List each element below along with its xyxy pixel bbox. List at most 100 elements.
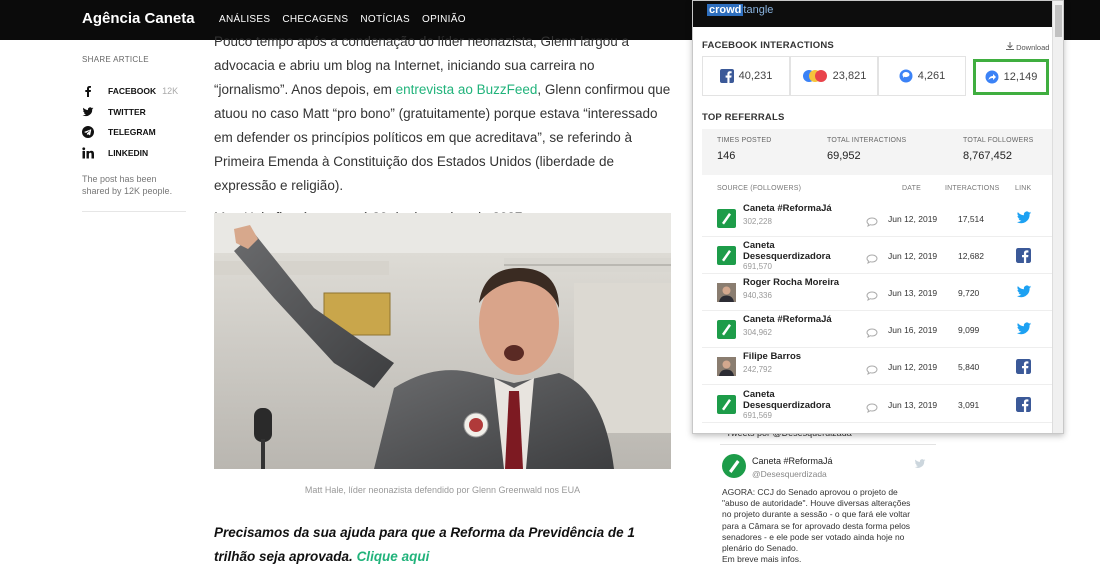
call-to-action: Precisamos da sua ajuda para que a Refor… [214, 521, 672, 569]
referral-date: Jun 16, 2019 [888, 325, 938, 335]
share-sidebar: SHARE ARTICLE FACEBOOK 12K TWITTER TELEG… [82, 55, 186, 212]
facebook-likes-value: 40,231 [738, 70, 773, 82]
scrollbar-thumb[interactable] [1055, 5, 1062, 37]
referral-source-name[interactable]: Filipe Barros [743, 351, 863, 363]
referral-row[interactable]: Caneta Desesquerdizadora 691,569 Jun 13, 2… [702, 387, 1052, 423]
photo-caption: Matt Hale, líder neonazista defendido po… [304, 485, 581, 495]
share-count-note: The post has been shared by 12K people. [82, 174, 173, 196]
tweet-author-handle[interactable]: @Desesquerdizada [752, 469, 827, 479]
caneta-logo-icon [717, 209, 736, 228]
comment-bubble-icon[interactable] [866, 362, 878, 380]
share-facebook-button[interactable]: FACEBOOK 12K [82, 81, 186, 102]
referral-date: Jun 12, 2019 [888, 251, 938, 261]
twitter-embed: Tweets por @Desesquerdizada Caneta #Refo… [706, 428, 936, 582]
total-followers-label: TOTAL FOLLOWERS [963, 137, 1034, 144]
caneta-logo-icon [717, 246, 736, 265]
referral-row[interactable]: Caneta #ReformaJá 302,228 Jun 12, 2019 17,5… [702, 201, 1052, 237]
comment-bubble-icon[interactable] [866, 251, 878, 269]
site-logo[interactable]: Agência Caneta [82, 10, 195, 27]
comments-value: 4,261 [917, 70, 946, 82]
referral-row[interactable]: Roger Rocha Moreira 940,336 Jun 13, 2019 9,… [702, 275, 1052, 311]
column-date: DATE [902, 185, 921, 192]
referral-date: Jun 12, 2019 [888, 214, 938, 224]
download-button[interactable]: Download [1006, 42, 1049, 52]
column-link: LINK [1015, 185, 1032, 192]
share-linkedin-label: LINKEDIN [108, 147, 149, 158]
reactions-icon [802, 70, 827, 82]
referral-row[interactable]: Caneta Desesquerdizadora 691,570 Jun 12, 2… [702, 238, 1052, 274]
tweet-author-name[interactable]: Caneta #ReformaJá [752, 456, 833, 466]
referral-link[interactable] [1016, 397, 1031, 417]
facebook-icon [85, 86, 91, 98]
referral-source-name[interactable]: Caneta #ReformaJá [743, 203, 863, 215]
times-posted-value: 146 [717, 150, 736, 162]
referral-source-name[interactable]: Caneta #ReformaJá [743, 314, 863, 326]
profile-avatar [717, 283, 736, 302]
referral-link[interactable] [1016, 322, 1032, 341]
referral-interactions: 17,514 [958, 214, 984, 224]
referral-link[interactable] [1016, 211, 1032, 230]
referral-source-name[interactable]: Roger Rocha Moreira [743, 277, 863, 289]
share-heading: SHARE ARTICLE [82, 55, 149, 64]
crowdtangle-logo: crowd tangle [707, 4, 774, 16]
referral-source-name[interactable]: Caneta Desesquerdizadora [743, 240, 863, 262]
nav-item-opiniao[interactable]: OPINIÃO [422, 14, 466, 25]
facebook-icon [1016, 359, 1031, 374]
share-twitter-button[interactable]: TWITTER [82, 102, 186, 123]
buzzfeed-interview-link[interactable]: entrevista ao BuzzFeed [396, 82, 538, 97]
comment-bubble-icon[interactable] [866, 400, 878, 418]
linkedin-icon [82, 147, 94, 159]
main-nav: ANÁLISES CHECAGENS NOTÍCIAS OPINIÃO [219, 14, 466, 25]
panel-scrollbar[interactable] [1052, 1, 1063, 433]
article-body: Pouco tempo após a condenação do líder n… [214, 30, 672, 230]
share-twitter-label: TWITTER [108, 106, 146, 117]
times-posted-label: TIMES POSTED [717, 137, 772, 144]
shares-value: 12,149 [1003, 71, 1038, 83]
nav-item-analises[interactable]: ANÁLISES [219, 14, 270, 25]
twitter-icon [1016, 285, 1032, 298]
twitter-icon [1016, 211, 1032, 224]
comment-bubble-icon[interactable] [866, 288, 878, 306]
total-interactions-value: 69,952 [827, 150, 861, 162]
facebook-icon [1016, 397, 1031, 412]
tweet-avatar[interactable] [722, 454, 746, 478]
share-telegram-button[interactable]: TELEGRAM [82, 122, 186, 143]
referral-link[interactable] [1016, 359, 1031, 379]
download-icon [1006, 42, 1014, 50]
referral-date: Jun 12, 2019 [888, 362, 938, 372]
comment-bubble-icon[interactable] [866, 325, 878, 343]
referral-interactions: 9,720 [958, 288, 980, 298]
referral-interactions: 3,091 [958, 400, 980, 410]
referral-row[interactable]: Caneta #ReformaJá 304,962 Jun 16, 2019 9,09… [702, 312, 1052, 348]
facebook-likes-stat: 40,231 [702, 56, 790, 96]
share-telegram-label: TELEGRAM [108, 127, 156, 138]
share-linkedin-button[interactable]: LINKEDIN [82, 143, 186, 164]
reactions-value: 23,821 [832, 70, 867, 82]
referral-followers: 304,962 [743, 328, 772, 337]
cta-link[interactable]: Clique aqui [357, 549, 430, 564]
referral-link[interactable] [1016, 285, 1032, 304]
referral-source-name[interactable]: Caneta Desesquerdizadora [743, 389, 863, 411]
download-label: Download [1016, 43, 1050, 52]
crowdtangle-header: crowd tangle [693, 1, 1063, 27]
facebook-icon [1016, 248, 1031, 263]
profile-avatar [717, 357, 736, 376]
referral-link[interactable] [1016, 248, 1031, 268]
top-referrals-title: TOP REFERRALS [702, 112, 785, 123]
comment-bubble-icon[interactable] [866, 214, 878, 232]
facebook-icon [719, 69, 734, 83]
share-divider [82, 211, 186, 212]
nav-item-noticias[interactable]: NOTÍCIAS [360, 14, 410, 25]
referral-row[interactable]: Filipe Barros 242,792 Jun 12, 2019 5,840 [702, 349, 1052, 385]
reactions-stat: 23,821 [790, 56, 878, 96]
nav-item-checagens[interactable]: CHECAGENS [282, 14, 348, 25]
referral-date: Jun 13, 2019 [888, 400, 938, 410]
twitter-bird-icon[interactable] [914, 456, 926, 474]
referral-followers: 302,228 [743, 217, 772, 226]
referrals-summary: TIMES POSTED 146 TOTAL INTERACTIONS 69,9… [702, 129, 1052, 175]
share-facebook-label: FACEBOOK [108, 86, 157, 97]
article-photo [214, 213, 671, 469]
column-source: SOURCE (FOLLOWERS) [717, 185, 802, 192]
caneta-logo-icon [717, 395, 736, 414]
tweet-text: AGORA: CCJ do Senado aprovou o projeto d… [722, 487, 911, 565]
